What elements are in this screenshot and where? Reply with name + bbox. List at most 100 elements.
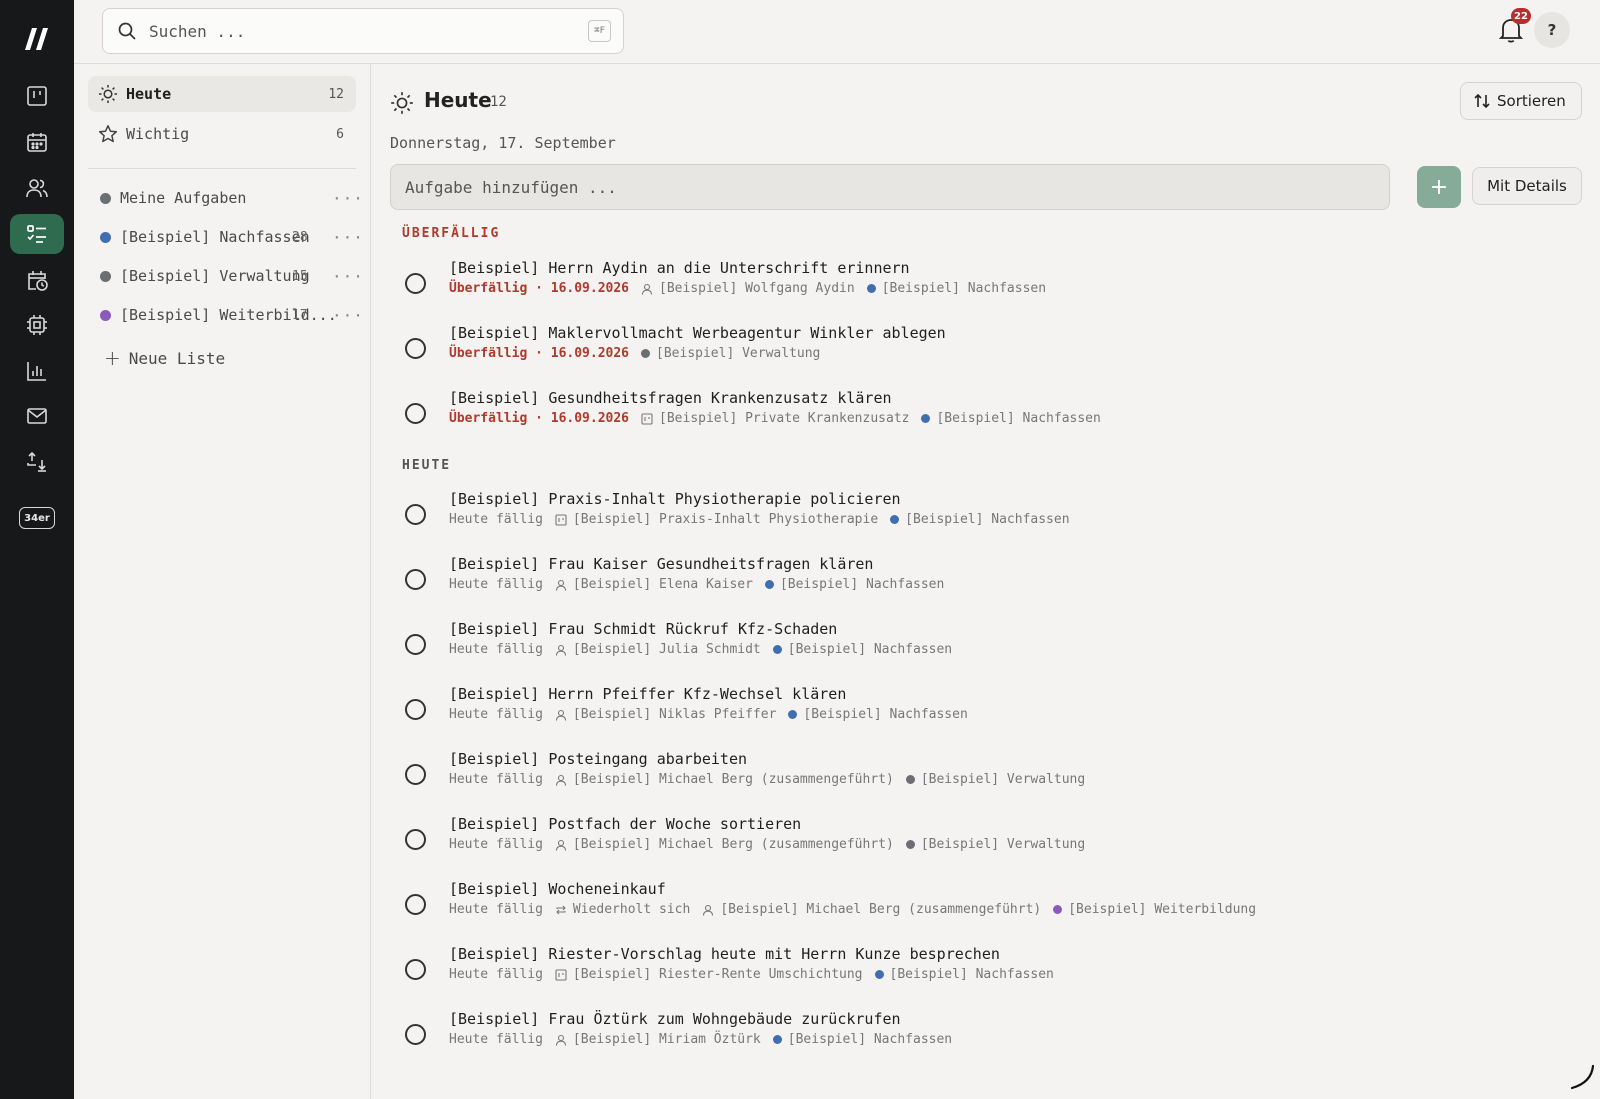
- list-item-meine-aufgaben[interactable]: Meine Aufgaben ···: [88, 180, 363, 216]
- list-tag[interactable]: [Beispiel] Nachfassen: [921, 411, 1101, 426]
- rail-schedule-button[interactable]: [10, 260, 64, 300]
- reference-link[interactable]: [Beispiel] Niklas Pfeiffer: [555, 707, 776, 722]
- task-complete-checkbox[interactable]: [405, 634, 426, 655]
- list-color-dot: [772, 645, 782, 654]
- list-tag[interactable]: [Beispiel] Weiterbildung: [1053, 902, 1256, 917]
- with-details-button[interactable]: Mit Details: [1472, 167, 1582, 205]
- task-complete-checkbox[interactable]: [405, 504, 426, 525]
- rail-calendar-button[interactable]: [10, 122, 64, 162]
- list-tag[interactable]: [Beispiel] Verwaltung: [905, 837, 1085, 852]
- sidebar-item-heute[interactable]: Heute 12: [88, 76, 356, 112]
- task-meta: Überfällig · 16.09.2026 [Beispiel] Wolfga…: [449, 281, 1046, 296]
- task-complete-checkbox[interactable]: [405, 273, 426, 294]
- app-logo-icon[interactable]: [24, 26, 52, 52]
- list-tag[interactable]: [Beispiel] Nachfassen: [772, 642, 952, 657]
- plan-badge[interactable]: 34er: [19, 507, 55, 529]
- list-tag[interactable]: [Beispiel] Nachfassen: [890, 512, 1070, 527]
- task-title[interactable]: [Beispiel] Praxis-Inhalt Physiotherapie …: [449, 490, 901, 508]
- task-row[interactable]: [Beispiel] Frau Öztürk zum Wohngebäude z…: [390, 1010, 1580, 1070]
- task-row[interactable]: [Beispiel] Gesundheitsfragen Krankenzusa…: [390, 389, 1580, 449]
- list-item-label: [Beispiel] Nachfassen: [120, 228, 310, 246]
- task-row[interactable]: [Beispiel] Riester-Vorschlag heute mit H…: [390, 945, 1580, 1005]
- task-title[interactable]: [Beispiel] Herrn Pfeiffer Kfz-Wechsel kl…: [449, 685, 846, 703]
- task-complete-checkbox[interactable]: [405, 829, 426, 850]
- reference-link[interactable]: [Beispiel] Private Krankenzusatz: [641, 411, 909, 426]
- sidebar-item-count: 6: [336, 126, 344, 142]
- reference-link[interactable]: [Beispiel] Praxis-Inhalt Physiotherapie: [555, 512, 878, 527]
- task-row[interactable]: [Beispiel] Postfach der Woche sortieren H…: [390, 815, 1580, 875]
- list-tag-label: [Beispiel] Nachfassen: [787, 1032, 953, 1047]
- list-tag[interactable]: [Beispiel] Verwaltung: [905, 772, 1085, 787]
- task-complete-checkbox[interactable]: [405, 699, 426, 720]
- rail-tasks-button[interactable]: [10, 214, 64, 254]
- task-row[interactable]: [Beispiel] Herrn Pfeiffer Kfz-Wechsel kl…: [390, 685, 1580, 745]
- reference-label: [Beispiel] Wolfgang Aydin: [659, 281, 855, 296]
- task-row[interactable]: [Beispiel] Frau Schmidt Rückruf Kfz-Scha…: [390, 620, 1580, 680]
- more-options-button[interactable]: ···: [332, 306, 364, 325]
- person-icon: [555, 774, 566, 786]
- task-title[interactable]: [Beispiel] Riester-Vorschlag heute mit H…: [449, 945, 1000, 963]
- list-item-verwaltung[interactable]: [Beispiel] Verwaltung 15 ···: [88, 258, 363, 294]
- add-task-input[interactable]: Aufgabe hinzufügen ...: [390, 164, 1390, 210]
- list-tag[interactable]: [Beispiel] Nachfassen: [866, 281, 1047, 296]
- task-complete-checkbox[interactable]: [405, 1024, 426, 1045]
- list-tag-label: [Beispiel] Nachfassen: [881, 281, 1047, 296]
- person-icon: [555, 579, 566, 591]
- task-title[interactable]: [Beispiel] Frau Öztürk zum Wohngebäude z…: [449, 1010, 901, 1028]
- reference-link[interactable]: [Beispiel] Riester-Rente Umschichtung: [555, 967, 863, 982]
- more-options-button[interactable]: ···: [332, 189, 364, 208]
- more-options-button[interactable]: ···: [332, 267, 364, 286]
- sidebar-item-wichtig[interactable]: Wichtig 6: [88, 116, 356, 152]
- list-tag[interactable]: [Beispiel] Nachfassen: [874, 967, 1054, 982]
- task-title[interactable]: [Beispiel] Frau Schmidt Rückruf Kfz-Scha…: [449, 620, 837, 638]
- task-complete-checkbox[interactable]: [405, 959, 426, 980]
- reference-link[interactable]: [Beispiel] Michael Berg (zusammengeführt…: [555, 772, 894, 787]
- task-title[interactable]: [Beispiel] Maklervollmacht Werbeagentur …: [449, 324, 946, 342]
- reference-label: [Beispiel] Michael Berg (zusammengeführt…: [572, 772, 894, 787]
- reference-link[interactable]: [Beispiel] Julia Schmidt: [555, 642, 761, 657]
- task-row[interactable]: [Beispiel] Posteingang abarbeiten Heute f…: [390, 750, 1580, 810]
- task-complete-checkbox[interactable]: [405, 403, 426, 424]
- add-task-button[interactable]: +: [1417, 166, 1461, 208]
- more-options-button[interactable]: ···: [332, 228, 364, 247]
- task-complete-checkbox[interactable]: [405, 764, 426, 785]
- new-list-button[interactable]: + Neue Liste: [104, 346, 225, 370]
- reference-link[interactable]: [Beispiel] Wolfgang Aydin: [641, 281, 855, 296]
- reference-link[interactable]: [Beispiel] Elena Kaiser: [555, 577, 753, 592]
- task-title[interactable]: [Beispiel] Postfach der Woche sortieren: [449, 815, 801, 833]
- rail-import-export-button[interactable]: [10, 442, 64, 482]
- sort-button[interactable]: Sortieren: [1460, 82, 1582, 120]
- rail-integrations-button[interactable]: [10, 305, 64, 345]
- task-title[interactable]: [Beispiel] Herrn Aydin an die Unterschri…: [449, 259, 910, 277]
- task-row[interactable]: [Beispiel] Praxis-Inhalt Physiotherapie …: [390, 490, 1580, 550]
- rail-reports-button[interactable]: [10, 351, 64, 391]
- task-complete-checkbox[interactable]: [405, 569, 426, 590]
- task-title[interactable]: [Beispiel] Wocheneinkauf: [449, 880, 666, 898]
- task-complete-checkbox[interactable]: [405, 894, 426, 915]
- task-row[interactable]: [Beispiel] Herrn Aydin an die Unterschri…: [390, 259, 1580, 319]
- rail-contacts-button[interactable]: [10, 168, 64, 208]
- task-row[interactable]: [Beispiel] Frau Kaiser Gesundheitsfragen…: [390, 555, 1580, 615]
- reference-link[interactable]: [Beispiel] Michael Berg (zusammengeführt…: [702, 902, 1041, 917]
- list-tag[interactable]: [Beispiel] Verwaltung: [641, 346, 820, 361]
- task-complete-checkbox[interactable]: [405, 338, 426, 359]
- task-row[interactable]: [Beispiel] Wocheneinkauf Heute fällig Wied…: [390, 880, 1580, 940]
- rail-mail-button[interactable]: [10, 396, 64, 436]
- list-color-dot: [905, 840, 915, 849]
- reference-link[interactable]: [Beispiel] Miriam Öztürk: [555, 1032, 761, 1047]
- rail-kanban-button[interactable]: [10, 76, 64, 116]
- task-title[interactable]: [Beispiel] Posteingang abarbeiten: [449, 750, 747, 768]
- list-item-nachfassen[interactable]: [Beispiel] Nachfassen 28 ···: [88, 219, 363, 255]
- help-button[interactable]: ?: [1534, 12, 1570, 48]
- reference-link[interactable]: [Beispiel] Michael Berg (zusammengeführt…: [555, 837, 894, 852]
- person-icon: [555, 709, 566, 721]
- list-tag[interactable]: [Beispiel] Nachfassen: [764, 577, 944, 592]
- search-input[interactable]: Suchen ... ⌘F: [102, 8, 624, 54]
- kanban-icon: [27, 86, 47, 106]
- task-row[interactable]: [Beispiel] Maklervollmacht Werbeagentur …: [390, 324, 1580, 384]
- list-tag[interactable]: [Beispiel] Nachfassen: [772, 1032, 953, 1047]
- task-title[interactable]: [Beispiel] Gesundheitsfragen Krankenzusa…: [449, 389, 892, 407]
- list-tag[interactable]: [Beispiel] Nachfassen: [788, 707, 968, 722]
- task-title[interactable]: [Beispiel] Frau Kaiser Gesundheitsfragen…: [449, 555, 873, 573]
- list-item-weiterbildung[interactable]: [Beispiel] Weiterbild... 17 ···: [88, 297, 363, 333]
